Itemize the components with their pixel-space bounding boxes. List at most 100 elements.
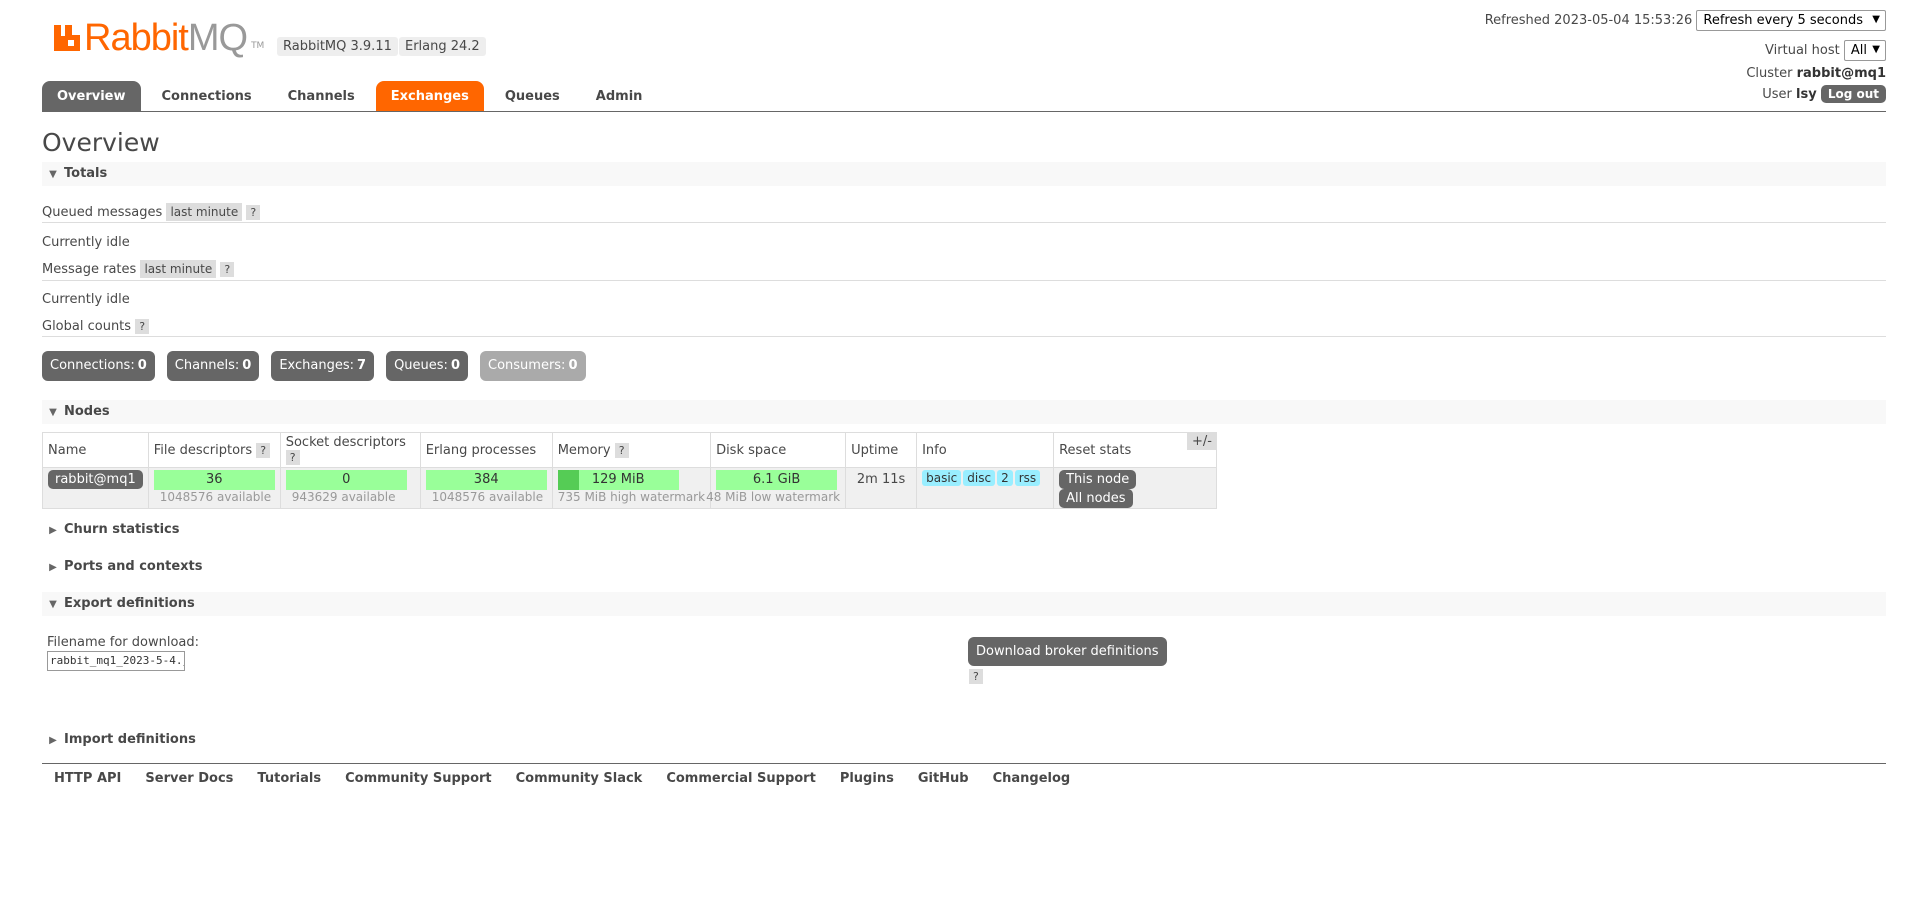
queues-count-button[interactable]: Queues: 0 bbox=[386, 351, 468, 381]
help-icon[interactable]: ? bbox=[969, 669, 983, 684]
divider bbox=[42, 280, 1886, 281]
tab-queues[interactable]: Queues bbox=[490, 81, 575, 112]
churn-section-header[interactable]: ▶ Churn statistics bbox=[42, 518, 180, 542]
sockets-cell: 0 943629 available bbox=[279, 467, 421, 509]
queues-count-value: 0 bbox=[450, 358, 460, 373]
filename-input[interactable]: rabbit_mq1_2023-5-4.json bbox=[47, 651, 185, 671]
help-icon[interactable]: ? bbox=[285, 450, 300, 465]
footer-link-github[interactable]: GitHub bbox=[918, 771, 969, 786]
column-header-file-descriptors: File descriptors ? bbox=[147, 432, 281, 468]
file-descriptors-label: File descriptors bbox=[153, 442, 253, 458]
export-section-header[interactable]: ▼ Export definitions bbox=[42, 592, 1886, 616]
queues-count-label: Queues: bbox=[394, 358, 448, 373]
user-label: User bbox=[1762, 87, 1792, 102]
vhost-value: All bbox=[1850, 43, 1867, 58]
global-counts-label: Global counts bbox=[42, 319, 132, 334]
footer-link-community-slack[interactable]: Community Slack bbox=[516, 771, 643, 786]
erlang-version: Erlang 24.2 bbox=[399, 37, 486, 56]
download-definitions-button[interactable]: Download broker definitions bbox=[968, 637, 1167, 666]
channels-count-label: Channels: bbox=[174, 358, 240, 373]
tab-overview[interactable]: Overview bbox=[42, 81, 141, 112]
tab-exchanges[interactable]: Exchanges bbox=[375, 81, 484, 112]
footer-link-plugins[interactable]: Plugins bbox=[840, 771, 894, 786]
logout-button[interactable]: Log out bbox=[1820, 85, 1886, 103]
vhost-label: Virtual host bbox=[1765, 43, 1840, 58]
cluster-label: Cluster bbox=[1746, 66, 1793, 81]
nodes-title: Nodes bbox=[64, 404, 110, 419]
cluster-info: Cluster rabbit@mq1 bbox=[1746, 66, 1886, 81]
ports-section-header[interactable]: ▶ Ports and contexts bbox=[42, 555, 202, 579]
help-icon[interactable]: ? bbox=[256, 442, 271, 458]
exchanges-count-label: Exchanges: bbox=[279, 358, 355, 373]
reset-stats-cell: This node All nodes bbox=[1053, 467, 1218, 509]
help-icon[interactable]: ? bbox=[220, 262, 235, 277]
table-row: rabbit@mq1 36 1048576 available 0 943629 a… bbox=[42, 467, 1218, 509]
dropdown-arrow-icon: ▼ bbox=[1872, 14, 1880, 25]
queued-status: Currently idle bbox=[42, 235, 130, 250]
help-icon[interactable]: ? bbox=[246, 205, 261, 220]
footer-link-community-support[interactable]: Community Support bbox=[345, 771, 492, 786]
user-name: lsy bbox=[1796, 87, 1817, 102]
column-header-memory: Memory ? bbox=[551, 432, 712, 468]
memory-cell: 129 MiB 735 MiB high watermark bbox=[551, 467, 712, 509]
reset-all-nodes-button[interactable]: All nodes bbox=[1059, 489, 1133, 508]
fd-bar: 36 bbox=[153, 470, 275, 490]
uptime-cell: 2m 11s bbox=[845, 467, 918, 509]
info-cell: basic disc 2 rss bbox=[916, 467, 1055, 509]
queued-range-selector[interactable]: last minute bbox=[166, 203, 243, 221]
socket-descriptors-label: Socket descriptors bbox=[285, 435, 406, 450]
channels-count-button[interactable]: Channels: 0 bbox=[166, 351, 260, 381]
sockets-bar: 0 bbox=[285, 470, 407, 490]
footer-link-tutorials[interactable]: Tutorials bbox=[257, 771, 321, 786]
logo-rabbit-text: Rabbit bbox=[84, 16, 189, 59]
vhost-area: Virtual host All ▼ bbox=[1765, 40, 1886, 61]
page-title: Overview bbox=[42, 128, 160, 157]
footer-link-changelog[interactable]: Changelog bbox=[993, 771, 1071, 786]
channels-count-value: 0 bbox=[242, 358, 252, 373]
collapsed-triangle-icon: ▶ bbox=[49, 525, 57, 536]
column-toggle-button[interactable]: +/- bbox=[1187, 433, 1217, 450]
memory-bar: 129 MiB bbox=[557, 470, 679, 490]
help-icon[interactable]: ? bbox=[135, 319, 150, 334]
column-header-erlang-processes: Erlang processes bbox=[419, 432, 553, 468]
uptime-value: 2m 11s bbox=[856, 472, 906, 487]
refresh-interval-select[interactable]: Refresh every 5 seconds ▼ bbox=[1696, 10, 1886, 31]
disk-bar: 6.1 GiB bbox=[716, 470, 838, 490]
memory-watermark: 735 MiB high watermark bbox=[557, 490, 706, 504]
rates-range-selector[interactable]: last minute bbox=[140, 260, 217, 278]
totals-section-header[interactable]: ▼ Totals bbox=[42, 162, 1886, 186]
rabbitmq-logo[interactable]: Rabbit MQ TM bbox=[52, 16, 264, 59]
totals-title: Totals bbox=[64, 166, 108, 181]
filename-label: Filename for download: bbox=[47, 635, 200, 650]
footer-link-commercial-support[interactable]: Commercial Support bbox=[666, 771, 816, 786]
exchanges-count-button[interactable]: Exchanges: 7 bbox=[271, 351, 375, 381]
node-name-link[interactable]: rabbit@mq1 bbox=[48, 470, 143, 489]
cluster-name: rabbit@mq1 bbox=[1796, 66, 1886, 81]
memory-bar-fill bbox=[557, 470, 579, 490]
user-info: User lsy Log out bbox=[1762, 85, 1886, 103]
nodes-section-header[interactable]: ▼ Nodes bbox=[42, 400, 1886, 424]
consumers-count-button[interactable]: Consumers: 0 bbox=[480, 351, 586, 381]
disk-watermark: 48 MiB low watermark bbox=[706, 490, 841, 504]
disk-cell: 6.1 GiB 48 MiB low watermark bbox=[706, 467, 847, 509]
footer-link-http-api[interactable]: HTTP API bbox=[54, 771, 121, 786]
footer-links: HTTP API Server Docs Tutorials Community… bbox=[54, 771, 1094, 786]
help-icon[interactable]: ? bbox=[614, 442, 629, 458]
footer-link-server-docs[interactable]: Server Docs bbox=[145, 771, 233, 786]
connections-count-value: 0 bbox=[137, 358, 147, 373]
info-tag-count: 2 bbox=[997, 470, 1013, 486]
expanded-triangle-icon: ▼ bbox=[49, 169, 57, 180]
table-header-row: Name File descriptors ? Socket descripto… bbox=[42, 432, 1218, 468]
churn-title: Churn statistics bbox=[64, 522, 180, 537]
export-title: Export definitions bbox=[64, 596, 195, 611]
tab-admin[interactable]: Admin bbox=[581, 81, 658, 112]
vhost-select[interactable]: All ▼ bbox=[1843, 40, 1886, 61]
dropdown-arrow-icon: ▼ bbox=[1872, 44, 1880, 55]
refresh-interval-value: Refresh every 5 seconds bbox=[1703, 13, 1863, 28]
tab-connections[interactable]: Connections bbox=[147, 81, 267, 112]
import-section-header[interactable]: ▶ Import definitions bbox=[42, 728, 196, 752]
connections-count-button[interactable]: Connections: 0 bbox=[42, 351, 155, 381]
tab-channels[interactable]: Channels bbox=[273, 81, 370, 112]
reset-this-node-button[interactable]: This node bbox=[1059, 470, 1137, 489]
fd-cell: 36 1048576 available bbox=[147, 467, 281, 509]
